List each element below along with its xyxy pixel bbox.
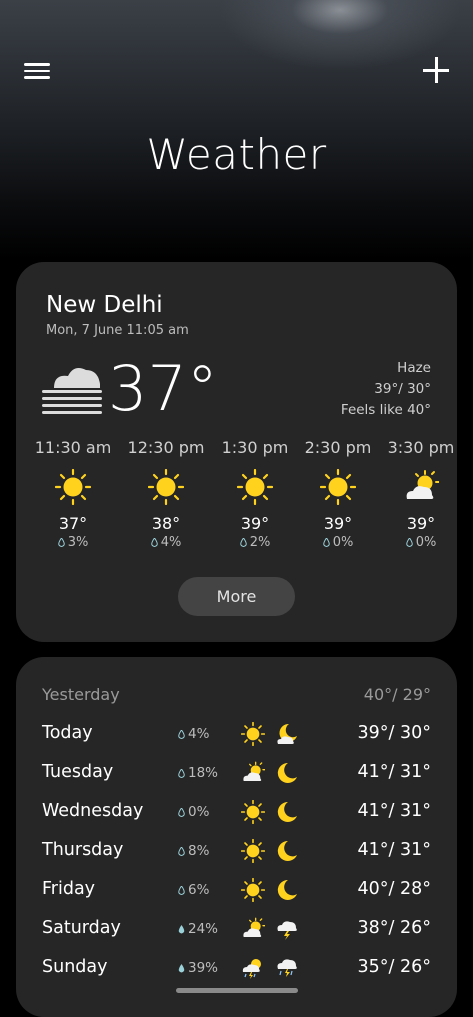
day-precip: 18% [178,765,218,781]
daily-row[interactable]: Tuesday 18% 41°/ 31° [42,758,431,788]
drop-icon [178,730,185,739]
current-temperature: 37° [108,352,218,425]
moon-icon [277,801,297,822]
add-location-icon[interactable] [421,55,451,85]
hour-time: 11:30 am [34,438,112,457]
city-name: New Delhi [46,292,163,318]
current-weather-card[interactable]: New Delhi Mon, 7 June 11:05 am 37° Haze … [16,262,457,642]
daily-row[interactable]: Sunday 39% 35°/ 26° [42,953,431,983]
condition-block: Haze 39°/ 30° Feels like 40° [341,358,431,421]
sun-icon [241,839,265,863]
drop-icon [322,538,330,547]
sun-icon [241,878,265,902]
home-indicator[interactable] [176,988,298,993]
top-bar [0,55,473,95]
moon-icon [277,762,297,783]
hour-precip: 3% [28,535,118,550]
moon-icon [277,840,297,861]
hourly-item: 1:30 pm 39° 2% [210,438,300,550]
day-name: Friday [42,879,96,899]
day-hi-lo: 41°/ 31° [357,762,432,782]
hour-temp: 37° [58,514,88,533]
drop-icon [239,538,247,547]
sun-icon [241,722,265,746]
drop-icon [178,925,185,934]
drop-icon [405,538,413,547]
day-name: Sunday [42,957,108,977]
sun-icon [147,468,185,506]
day-name: Wednesday [42,801,144,821]
yesterday-row: Yesterday 40°/ 29° [42,685,431,704]
sun-icon [241,800,265,824]
partly-cloudy-icon [243,917,265,937]
day-precip: 0% [178,804,209,820]
yesterday-label: Yesterday [42,685,120,704]
yesterday-hi-lo: 40°/ 29° [363,685,431,704]
daily-row[interactable]: Wednesday 0% 41°/ 31° [42,797,431,827]
day-precip: 24% [178,921,218,937]
partly-cloudy-icon [243,761,265,781]
hourly-item: 3:30 pm 39° 0% [376,438,457,550]
sun-icon [54,468,92,506]
hour-time: 3:30 pm [387,438,455,457]
menu-icon[interactable] [24,59,50,85]
hour-precip: 4% [121,535,211,550]
thunderstorm-icon [277,921,297,940]
day-name: Thursday [42,840,124,860]
day-name: Tuesday [42,762,114,782]
hour-precip: 0% [376,535,457,550]
daily-row[interactable]: Today 4% 39°/ 30° [42,719,431,749]
day-precip: 39% [178,960,218,976]
hour-precip: 0% [293,535,383,550]
rain-storm-icon [277,959,297,977]
hour-precip: 2% [210,535,300,550]
cloudy-moon-icon [277,723,297,744]
daily-row[interactable]: Thursday 8% 41°/ 31° [42,836,431,866]
day-precip: 8% [178,843,209,859]
sun-icon [236,468,274,506]
drop-icon [57,538,65,547]
page-title: Weather [146,130,327,179]
day-hi-lo: 38°/ 26° [357,918,432,938]
today-hi-lo: 39°/ 30° [374,381,431,397]
hour-temp: 39° [406,514,436,533]
daily-forecast-card[interactable]: Yesterday 40°/ 29° Today 4% 39°/ 30° Tue… [16,657,457,1017]
daily-row[interactable]: Friday 6% 40°/ 28° [42,875,431,905]
hourly-item: 12:30 pm 38° 4% [121,438,211,550]
drop-icon [178,808,185,817]
drop-icon [178,847,185,856]
sun-icon [319,468,357,506]
day-precip: 6% [178,882,209,898]
condition-text: Haze [397,360,431,376]
daily-row[interactable]: Saturday 24% 38°/ 26° [42,914,431,944]
hour-time: 1:30 pm [221,438,289,457]
day-hi-lo: 41°/ 31° [357,801,432,821]
day-name: Saturday [42,918,121,938]
current-datetime: Mon, 7 June 11:05 am [46,323,189,338]
day-hi-lo: 41°/ 31° [357,840,432,860]
day-precip: 4% [178,726,209,742]
hourly-forecast[interactable]: 11:30 am 37° 3% 12:30 pm 38° 4% 1:30 pm … [16,438,457,558]
drop-icon [150,538,158,547]
moon-icon [277,879,297,900]
hour-temp: 39° [323,514,353,533]
drop-icon [178,964,185,973]
hour-time: 12:30 pm [127,438,205,457]
haze-icon [42,368,102,414]
day-hi-lo: 39°/ 30° [357,723,432,743]
more-button[interactable]: More [178,577,295,616]
day-name: Today [42,723,93,743]
day-hi-lo: 40°/ 28° [357,879,432,899]
hour-temp: 39° [240,514,270,533]
sun-rain-storm-icon [242,959,261,979]
drop-icon [178,769,185,778]
hour-time: 2:30 pm [304,438,372,457]
hourly-item: 11:30 am 37° 3% [28,438,118,550]
day-hi-lo: 35°/ 26° [357,957,432,977]
drop-icon [178,886,185,895]
feels-like: Feels like 40° [340,402,431,418]
hourly-item: 2:30 pm 39° 0% [293,438,383,550]
partly-cloudy-icon [406,470,440,499]
hour-temp: 38° [151,514,181,533]
